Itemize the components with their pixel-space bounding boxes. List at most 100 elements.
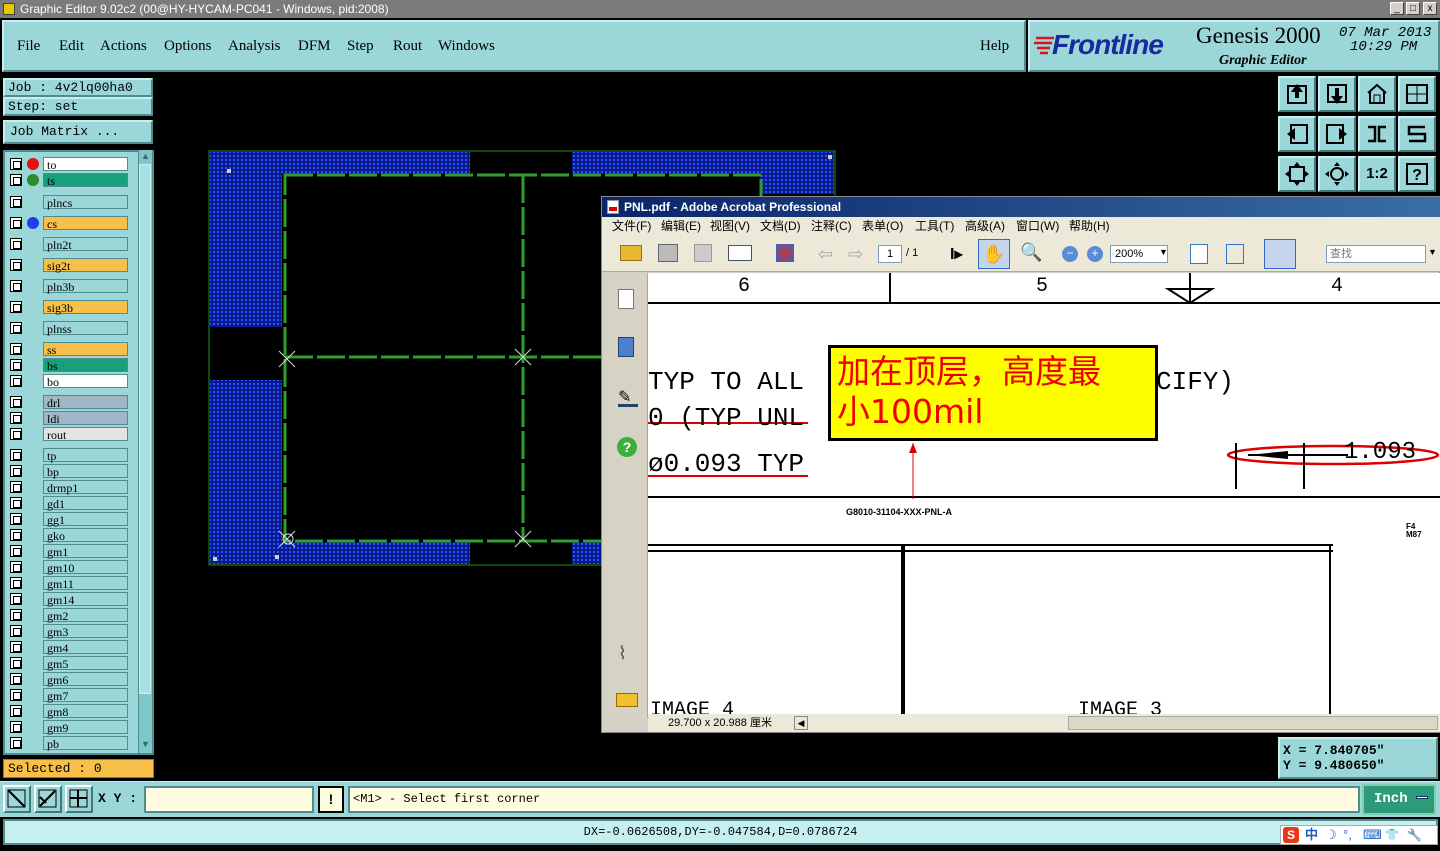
grid-icon[interactable]: [65, 785, 93, 813]
layer-row-gm6[interactable]: gm6: [8, 672, 128, 687]
sogou-icon[interactable]: S: [1283, 827, 1299, 843]
layer-checkbox[interactable]: [10, 609, 22, 621]
layer-checkbox[interactable]: [10, 238, 22, 250]
email-icon[interactable]: [728, 245, 752, 261]
acrobat-titlebar[interactable]: PNL.pdf - Adobe Acrobat Professional: [602, 197, 1440, 217]
acrobat-menu-item[interactable]: 窗口(W): [1016, 217, 1059, 236]
layer-checkbox[interactable]: [10, 158, 22, 170]
punctuation-icon[interactable]: °,: [1343, 826, 1352, 844]
layer-checkbox[interactable]: [10, 428, 22, 440]
layer-row-cs[interactable]: cs: [8, 216, 128, 231]
layer-checkbox[interactable]: [10, 375, 22, 387]
layer-row-gm14[interactable]: gm14: [8, 592, 128, 607]
page-number-input[interactable]: 1: [878, 245, 902, 263]
continuous-icon[interactable]: [1264, 239, 1296, 269]
menu-windows[interactable]: Windows: [438, 38, 495, 55]
layer-checkbox[interactable]: [10, 545, 22, 557]
move-left-icon[interactable]: [1278, 116, 1316, 152]
layer-checkbox[interactable]: [10, 301, 22, 313]
half-width-icon[interactable]: ☽: [1325, 826, 1337, 844]
pages-icon[interactable]: [618, 289, 634, 309]
print-icon[interactable]: [658, 244, 678, 262]
layer-row-gg1[interactable]: gg1: [8, 512, 128, 527]
fit-page-icon[interactable]: [1226, 244, 1244, 264]
layer-row-tp[interactable]: tp: [8, 448, 128, 463]
search-input[interactable]: 查找: [1326, 245, 1426, 263]
layer-row-gm9[interactable]: gm9: [8, 720, 128, 735]
acrobat-menu-item[interactable]: 文档(D): [760, 217, 801, 236]
layer-checkbox[interactable]: [10, 529, 22, 541]
move-right-icon[interactable]: [1318, 116, 1356, 152]
measure-icon[interactable]: [34, 785, 62, 813]
comments-icon[interactable]: [616, 693, 638, 707]
layer-checkbox[interactable]: [10, 689, 22, 701]
open-folder-icon[interactable]: [620, 245, 642, 261]
layer-checkbox[interactable]: [10, 449, 22, 461]
layer-checkbox[interactable]: [10, 641, 22, 653]
layer-checkbox[interactable]: [10, 513, 22, 525]
layer-row-pln3b[interactable]: pln3b: [8, 279, 128, 294]
zoom-center-icon[interactable]: [1318, 156, 1356, 192]
acrobat-menu-item[interactable]: 表单(O): [862, 217, 903, 236]
select-text-icon[interactable]: I▸: [950, 244, 962, 264]
menu-step[interactable]: Step: [347, 38, 374, 55]
rotate-icon[interactable]: [1398, 116, 1436, 152]
layer-row-plnss[interactable]: plnss: [8, 321, 128, 336]
layer-row-gm8[interactable]: gm8: [8, 704, 128, 719]
layer-checkbox[interactable]: [10, 657, 22, 669]
layer-row-gm5[interactable]: gm5: [8, 656, 128, 671]
layer-checkbox[interactable]: [10, 737, 22, 749]
acrobat-menu-item[interactable]: 文件(F): [612, 217, 651, 236]
menu-file[interactable]: File: [17, 38, 40, 55]
layer-checkbox[interactable]: [10, 280, 22, 292]
layer-row-sig2t[interactable]: sig2t: [8, 258, 128, 273]
annotation-note[interactable]: 加在顶层，高度最 小100mil: [828, 345, 1158, 441]
acrobat-menu-item[interactable]: 编辑(E): [661, 217, 701, 236]
layer-checkbox[interactable]: [10, 721, 22, 733]
layer-checkbox[interactable]: [10, 322, 22, 334]
alert-button[interactable]: !: [318, 786, 344, 813]
acrobat-menu-item[interactable]: 工具(T): [915, 217, 954, 236]
zoom-in-icon[interactable]: +: [1087, 246, 1103, 262]
keyboard-icon[interactable]: ⌨: [1363, 826, 1382, 844]
layer-checkbox[interactable]: [10, 196, 22, 208]
chinese-mode-icon[interactable]: 中: [1305, 826, 1318, 844]
one-to-two-icon[interactable]: 1:2: [1358, 156, 1396, 192]
layer-checkbox[interactable]: [10, 343, 22, 355]
layer-row-gko[interactable]: gko: [8, 528, 128, 543]
acrobat-menu-item[interactable]: 高级(A): [965, 217, 1005, 236]
layer-row-gm2[interactable]: gm2: [8, 608, 128, 623]
zoom-dropdown-icon[interactable]: ▼: [1159, 247, 1168, 257]
layer-checkbox[interactable]: [10, 259, 22, 271]
layer-row-rout[interactable]: rout: [8, 427, 128, 442]
menu-actions[interactable]: Actions: [100, 38, 147, 55]
hscroll-left-icon[interactable]: ◀: [794, 716, 808, 730]
layer-checkbox[interactable]: [10, 396, 22, 408]
layer-checkbox[interactable]: [10, 465, 22, 477]
layer-row-gm1[interactable]: gm1: [8, 544, 128, 559]
layer-row-to[interactable]: to: [8, 157, 128, 172]
job-matrix-button[interactable]: Job Matrix ...: [3, 120, 153, 144]
scroll-down-icon[interactable]: ▼: [141, 739, 150, 749]
layer-row-ldi[interactable]: ldi: [8, 411, 128, 426]
pdf-document[interactable]: 6 5 4 TYP TO ALL CIFY) 0 (TYP UNL ø0.093…: [648, 273, 1440, 714]
how-to-icon[interactable]: ?: [617, 437, 637, 457]
next-page-icon[interactable]: ⇨: [848, 244, 863, 265]
layer-scrollbar[interactable]: ▲ ▼: [138, 150, 152, 753]
layer-row-pln2t[interactable]: pln2t: [8, 237, 128, 252]
layer-row-drl[interactable]: drl: [8, 395, 128, 410]
acrobat-menu-item[interactable]: 视图(V): [710, 217, 750, 236]
layer-row-gm3[interactable]: gm3: [8, 624, 128, 639]
acrobat-menu-item[interactable]: 注释(C): [811, 217, 852, 236]
help-icon[interactable]: ?: [1398, 156, 1436, 192]
zoom-out-icon[interactable]: −: [1062, 246, 1078, 262]
layer-row-bs[interactable]: bs: [8, 358, 128, 373]
layer-checkbox[interactable]: [10, 481, 22, 493]
layer-checkbox[interactable]: [10, 673, 22, 685]
layer-checkbox[interactable]: [10, 593, 22, 605]
split-icon[interactable]: [1398, 76, 1436, 112]
units-dropdown-icon[interactable]: [1416, 796, 1428, 799]
snap-icon[interactable]: [3, 785, 31, 813]
prev-page-icon[interactable]: ⇦: [818, 244, 833, 265]
menu-help[interactable]: Help: [980, 38, 1009, 55]
